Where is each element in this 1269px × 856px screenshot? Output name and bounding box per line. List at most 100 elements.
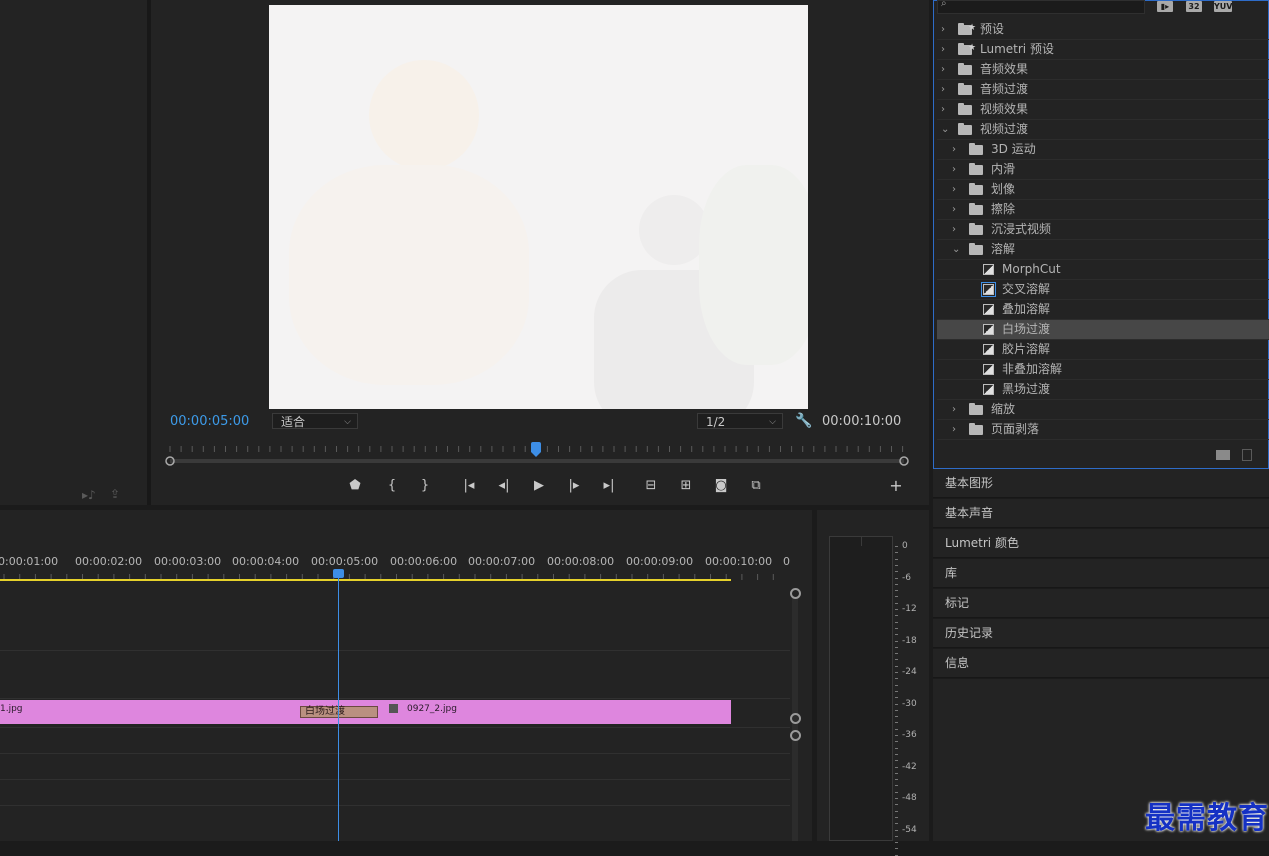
go-to-out-button[interactable]: ▸| xyxy=(598,477,620,495)
effects-tree-folder[interactable]: › 擦除 xyxy=(937,200,1269,220)
meter-tick xyxy=(895,577,898,579)
ruler-label: 0 xyxy=(783,555,790,568)
meter-tick xyxy=(895,546,898,547)
trash-icon[interactable] xyxy=(1242,449,1252,461)
panel-tab[interactable]: 基本图形 xyxy=(933,469,1269,498)
meter-scale-label: -18 xyxy=(902,635,917,646)
ruler-label: 00:00:03:00 xyxy=(154,555,222,568)
meter-tick xyxy=(895,798,898,799)
chevron-right-icon[interactable]: › xyxy=(941,80,945,99)
panel-tab[interactable]: 库 xyxy=(933,559,1269,588)
panel-tab[interactable]: 历史记录 xyxy=(933,619,1269,648)
effects-tree-folder[interactable]: ⌄ 溶解 xyxy=(937,240,1269,260)
meter-scale-label: -54 xyxy=(902,824,917,835)
effects-tree-label: 非叠加溶解 xyxy=(1002,362,1063,376)
new-bin-icon[interactable] xyxy=(1216,450,1230,460)
effects-tree-label: 视频过渡 xyxy=(980,122,1029,136)
monitor-playhead[interactable] xyxy=(531,442,541,457)
effects-tree-item[interactable]: MorphCut xyxy=(937,260,1269,280)
meter-scale-label: -30 xyxy=(902,698,917,709)
effects-tree-folder[interactable]: › 页面剥落 xyxy=(937,420,1269,440)
effects-tree-item[interactable]: 非叠加溶解 xyxy=(937,360,1269,380)
chevron-right-icon[interactable]: › xyxy=(941,60,945,79)
effects-tree-label: 视频效果 xyxy=(980,102,1029,116)
add-button[interactable]: + xyxy=(885,477,907,495)
yuv-badge[interactable]: YUV xyxy=(1214,1,1232,12)
folder-icon xyxy=(969,223,983,235)
effects-tree-item[interactable]: 胶片溶解 xyxy=(937,340,1269,360)
panel-tab[interactable]: 基本声音 xyxy=(933,499,1269,528)
effects-tree-label: 白场过渡 xyxy=(1002,322,1051,336)
chevron-down-icon[interactable]: ⌄ xyxy=(952,240,960,259)
lift-button[interactable]: ⊟ xyxy=(640,477,662,495)
scroll-handle-top[interactable] xyxy=(790,730,801,741)
effects-tree-folder[interactable]: ⌄ 视频过渡 xyxy=(937,120,1269,140)
effects-tree-folder[interactable]: › 划像 xyxy=(937,180,1269,200)
timeline-playhead[interactable] xyxy=(333,569,344,578)
effects-tree-item[interactable]: 白场过渡 xyxy=(937,320,1269,340)
preset-star-icon: ★ xyxy=(968,23,977,33)
mark-out-button[interactable]: } xyxy=(414,477,436,495)
meter-tick xyxy=(895,646,898,648)
chevron-right-icon[interactable]: › xyxy=(952,140,956,159)
effects-tree-folder[interactable]: › 沉浸式视频 xyxy=(937,220,1269,240)
effects-search-input[interactable]: ⌕ xyxy=(937,0,1145,14)
chevron-right-icon[interactable]: › xyxy=(952,160,956,179)
step-forward-button[interactable]: |▸ xyxy=(563,477,585,495)
transition-clip[interactable]: 白场过渡 xyxy=(300,706,378,718)
effects-tree-item[interactable]: 交叉溶解 xyxy=(937,280,1269,300)
current-timecode[interactable]: 00:00:05:00 xyxy=(170,414,249,429)
accelerated-effects-icon[interactable]: ▮▸ xyxy=(1157,1,1173,12)
effects-tree-folder[interactable]: › 3D 运动 xyxy=(937,140,1269,160)
step-back-button[interactable]: ◂| xyxy=(493,477,515,495)
chevron-right-icon[interactable]: › xyxy=(952,220,956,239)
effects-tree-item[interactable]: 黑场过渡 xyxy=(937,380,1269,400)
meter-tick xyxy=(895,722,898,724)
track-divider xyxy=(0,779,790,780)
resolution-dropdown[interactable]: 1/2 ⌵ xyxy=(697,413,783,429)
export-icon[interactable]: ⇪ xyxy=(110,487,120,501)
chevron-right-icon[interactable]: › xyxy=(941,100,945,119)
chevron-down-icon: ⌵ xyxy=(344,417,351,427)
effects-tree-folder[interactable]: › ★ 预设 xyxy=(937,20,1269,40)
chevron-right-icon[interactable]: › xyxy=(952,420,956,439)
effects-tree-folder[interactable]: › 音频过渡 xyxy=(937,80,1269,100)
meter-tick xyxy=(895,716,898,718)
chevron-right-icon[interactable]: › xyxy=(952,180,956,199)
camera-icon[interactable]: ◙ xyxy=(710,477,732,495)
effects-tree-folder[interactable]: › 音频效果 xyxy=(937,60,1269,80)
folder-icon xyxy=(969,143,983,155)
scroll-handle-top[interactable] xyxy=(790,588,801,599)
meter-tick xyxy=(895,640,898,642)
effects-tree-folder[interactable]: › 视频效果 xyxy=(937,100,1269,120)
go-to-in-button[interactable]: |◂ xyxy=(458,477,480,495)
insert-icon[interactable]: ▸♪ xyxy=(82,488,96,502)
meter-channel-divider xyxy=(861,536,862,546)
mark-in-button[interactable]: { xyxy=(381,477,403,495)
effects-tree-folder[interactable]: › 内滑 xyxy=(937,160,1269,180)
work-area-bar[interactable] xyxy=(0,579,731,581)
panel-tab[interactable]: 标记 xyxy=(933,589,1269,618)
meter-tick xyxy=(895,697,898,699)
chevron-right-icon[interactable]: › xyxy=(952,200,956,219)
chevron-right-icon[interactable]: › xyxy=(952,400,956,419)
effects-tree-folder[interactable]: › ★ Lumetri 预设 xyxy=(937,40,1269,60)
scroll-handle-bottom[interactable] xyxy=(790,713,801,724)
zoom-dropdown[interactable]: 适合 ⌵ xyxy=(272,413,358,429)
meter-scale-label: 0 xyxy=(902,541,908,551)
chevron-down-icon[interactable]: ⌄ xyxy=(941,120,949,139)
panel-tab[interactable]: Lumetri 颜色 xyxy=(933,529,1269,558)
effects-tree-item[interactable]: 叠加溶解 xyxy=(937,300,1269,320)
comparison-view-button[interactable]: ⧉ xyxy=(745,477,767,495)
effects-tree-label: 沉浸式视频 xyxy=(991,222,1052,236)
32bit-badge[interactable]: 32 xyxy=(1186,1,1202,12)
chevron-right-icon[interactable]: › xyxy=(941,20,945,39)
effects-tree-folder[interactable]: › 缩放 xyxy=(937,400,1269,420)
play-button[interactable]: ▶ xyxy=(528,477,550,495)
chevron-right-icon[interactable]: › xyxy=(941,40,945,59)
wrench-icon[interactable]: 🔧 xyxy=(795,413,812,429)
panel-tab[interactable]: 信息 xyxy=(933,649,1269,678)
add-marker-button[interactable]: ⬟ xyxy=(344,477,366,495)
extract-button[interactable]: ⊞ xyxy=(675,477,697,495)
resolution-dropdown-value: 1/2 xyxy=(706,415,726,429)
